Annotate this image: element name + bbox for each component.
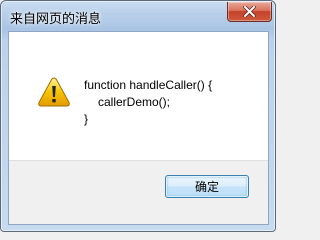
ok-button[interactable]: 确定 [165, 175, 249, 198]
window-title: 来自网页的消息 [10, 12, 102, 27]
message-dialog-window: 来自网页的消息 function handleCaller() {caller… [0, 0, 276, 232]
close-icon [243, 6, 256, 17]
warning-icon [38, 77, 70, 107]
message-text: function handleCaller() { callerDemo();} [84, 77, 212, 128]
button-bar: 确定 [9, 160, 268, 224]
message-line: } [84, 112, 89, 126]
message-area: function handleCaller() { callerDemo();} [9, 32, 268, 160]
dialog-client-area: function handleCaller() {callerDemo();} … [8, 31, 269, 225]
close-button[interactable] [227, 2, 272, 22]
title-bar[interactable]: 来自网页的消息 [1, 1, 275, 31]
message-line: callerDemo(); [98, 95, 171, 109]
message-line: function handleCaller() { [84, 78, 213, 92]
